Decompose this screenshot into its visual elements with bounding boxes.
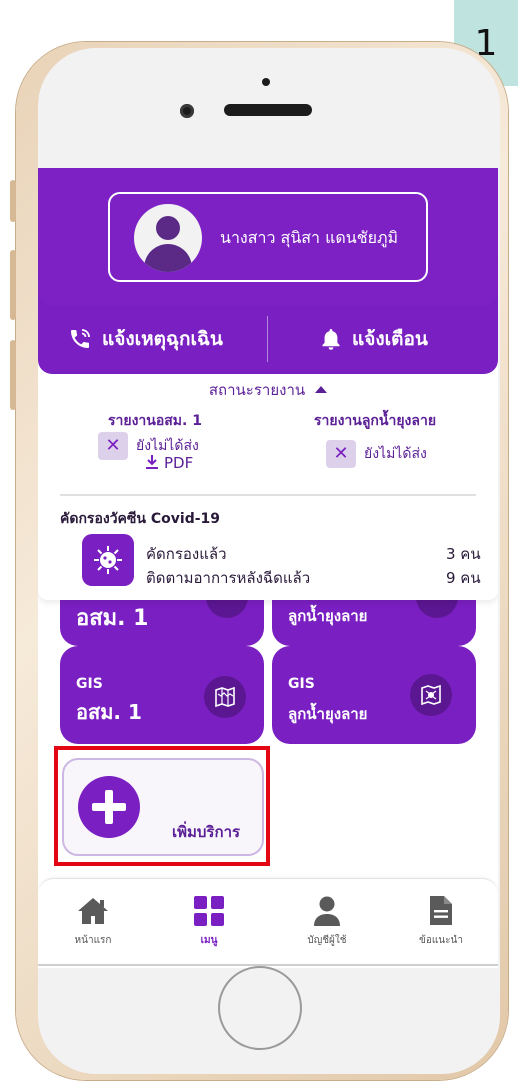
nav-home-label: หน้าแรก	[74, 935, 112, 946]
nav-menu[interactable]: เมนู	[164, 895, 254, 948]
profile-name: นางสาว สุนิสา แดนชัยภูมิ	[220, 228, 399, 247]
bell-icon	[322, 329, 340, 350]
collapse-up-icon	[315, 386, 328, 393]
covid-section-title: คัดกรองวัคซีน Covid-19	[60, 511, 221, 527]
profile-card[interactable]: นางสาว สุนิสา แดนชัยภูมิ	[108, 192, 428, 282]
mosquito-map-icon	[410, 674, 452, 716]
alert-button[interactable]: แจ้งเตือน	[320, 324, 428, 354]
home-icon	[78, 898, 108, 924]
osm-report-state: ยังไม่ได้ส่ง	[136, 438, 199, 454]
nav-advice-label: ข้อแนะนำ	[419, 935, 463, 946]
screened-count: 3 คน	[446, 545, 481, 563]
emergency-button[interactable]: แจ้งเหตุฉุกเฉิน	[68, 324, 223, 354]
download-icon	[146, 455, 158, 469]
osm-report-title: รายงานอสม. 1	[108, 413, 202, 429]
larvae-report-status: รายงานลูกน้ำยุงลาย ✕ ยังไม่ได้ส่ง	[314, 410, 437, 468]
gis-osm-tile[interactable]: GIS อสม. 1	[60, 646, 264, 744]
nav-account[interactable]: บัญชีผู้ใช้	[282, 895, 372, 948]
nav-bottom-line	[38, 964, 498, 966]
nav-menu-label: เมนู	[200, 935, 218, 946]
status-panel: สถานะรายงาน รายงานอสม. 1 ✕ ยังไม่ได้ส่ง P…	[38, 374, 498, 600]
nav-account-label: บัญชีผู้ใช้	[307, 935, 347, 946]
not-sent-x-icon: ✕	[98, 432, 128, 460]
phone-call-icon	[71, 329, 90, 348]
gis-osm-tile-label: อสม. 1	[76, 700, 142, 724]
status-toggle[interactable]: สถานะรายงาน	[38, 378, 498, 402]
virus-icon	[82, 534, 134, 586]
nav-home[interactable]: หน้าแรก	[48, 895, 138, 948]
divider	[60, 494, 476, 496]
followed-count: 9 คน	[446, 569, 481, 587]
app-screen: นางสาว สุนิสา แดนชัยภูมิ แจ้งเหตุฉุกเฉิน…	[38, 168, 498, 968]
proximity-sensor	[262, 78, 270, 86]
followed-label: ติดตามอาการหลังฉีดแล้ว	[146, 569, 311, 587]
larvae-report-state-row: ✕ ยังไม่ได้ส่ง	[326, 440, 427, 468]
gis-larvae-tile[interactable]: GIS ลูกน้ำยุงลาย	[272, 646, 476, 744]
gis-larvae-tile-prefix: GIS	[288, 676, 315, 692]
header: นางสาว สุนิสา แดนชัยภูมิ แจ้งเหตุฉุกเฉิน…	[38, 168, 498, 374]
profile-header: นางสาว สุนิสา แดนชัยภูมิ	[38, 168, 498, 306]
pdf-download-link[interactable]: PDF	[144, 454, 193, 472]
grid-icon	[194, 896, 224, 926]
osm-report-tile-label: อสม. 1	[76, 606, 149, 631]
user-avatar-icon	[134, 204, 202, 272]
earpiece-speaker	[224, 104, 312, 116]
world-map-icon	[204, 676, 246, 718]
larvae-report-title: รายงานลูกน้ำยุงลาย	[314, 413, 437, 429]
status-title: สถานะรายงาน	[208, 381, 306, 399]
volume-down-button	[10, 340, 16, 410]
pdf-label: PDF	[164, 454, 194, 472]
nav-advice[interactable]: ข้อแนะนำ	[396, 895, 486, 948]
phone-home-button[interactable]	[218, 966, 302, 1050]
mute-switch	[10, 180, 16, 222]
document-icon	[430, 896, 452, 925]
emergency-label: แจ้งเหตุฉุกเฉิน	[102, 328, 223, 350]
larvae-report-state: ยังไม่ได้ส่ง	[364, 446, 427, 462]
highlight-box	[54, 746, 270, 866]
user-icon	[314, 896, 340, 926]
front-camera	[180, 104, 194, 118]
alert-label: แจ้งเตือน	[352, 328, 428, 350]
osm-report-status: รายงานอสม. 1 ✕ ยังไม่ได้ส่ง PDF	[98, 410, 202, 472]
larvae-report-tile-label: ลูกน้ำยุงลาย	[288, 607, 368, 625]
action-bar: แจ้งเหตุฉุกเฉิน แจ้งเตือน	[38, 306, 498, 374]
bottom-nav: หน้าแรก เมนู บัญชีผู้ใช้ ข้อแนะนำ	[38, 878, 498, 968]
not-sent-x-icon: ✕	[326, 440, 356, 468]
action-divider	[267, 316, 268, 362]
screened-label: คัดกรองแล้ว	[146, 545, 227, 563]
gis-osm-tile-prefix: GIS	[76, 676, 103, 692]
gis-larvae-tile-label: ลูกน้ำยุงลาย	[288, 705, 368, 723]
volume-up-button	[10, 250, 16, 320]
